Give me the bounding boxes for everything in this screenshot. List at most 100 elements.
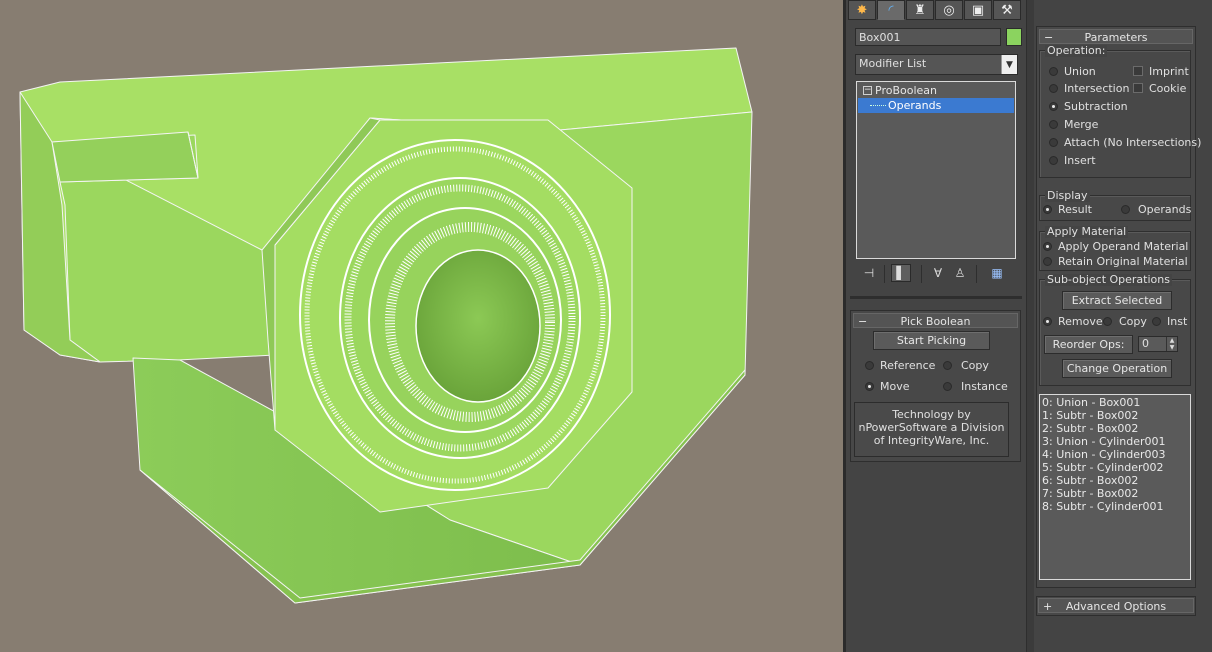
display-result-radio[interactable] <box>1043 205 1052 214</box>
remove-label: Remove <box>1058 315 1103 328</box>
list-item[interactable]: 7: Subtr - Box002 <box>1042 487 1188 500</box>
advanced-options-rollout: + Advanced Options <box>1036 596 1196 616</box>
configure-modifier-sets-icon[interactable]: ▦ <box>988 264 1006 282</box>
utilities-tab[interactable]: ⚒ <box>993 0 1021 20</box>
rollout-title: Parameters <box>1084 31 1148 44</box>
list-item[interactable]: 1: Subtr - Box002 <box>1042 409 1188 422</box>
credits-line: of IntegrityWare, Inc. <box>873 434 990 447</box>
merge-radio[interactable] <box>1049 120 1058 129</box>
advanced-options-header[interactable]: + Advanced Options <box>1038 598 1194 613</box>
operation-label: Operation: <box>1045 44 1108 57</box>
stack-item-operands[interactable]: Operands <box>858 98 1014 113</box>
reference-label: Reference <box>880 359 936 372</box>
collapse-icon[interactable]: − <box>863 86 872 95</box>
panel-divider <box>850 296 1022 299</box>
motion-tab[interactable]: ◎ <box>935 0 963 20</box>
remove-radio[interactable] <box>1043 317 1052 326</box>
utilities-icon: ⚒ <box>1001 2 1013 18</box>
stack-item-label: Operands <box>888 99 942 112</box>
motion-icon: ◎ <box>943 2 955 18</box>
list-item[interactable]: 8: Subtr - Cylinder001 <box>1042 500 1188 513</box>
reference-radio[interactable] <box>865 361 874 370</box>
rollout-title: Advanced Options <box>1065 600 1167 613</box>
pick-boolean-header[interactable]: − Pick Boolean <box>853 313 1018 328</box>
modify-tab[interactable]: ◜ <box>877 0 905 20</box>
attach-label: Attach (No Intersections) <box>1064 136 1202 149</box>
hierarchy-tab[interactable]: ♜ <box>906 0 934 20</box>
retain-original-material-radio[interactable] <box>1043 257 1052 266</box>
move-label: Move <box>880 380 910 393</box>
hierarchy-icon: ♜ <box>914 2 926 18</box>
change-operation-button[interactable]: Change Operation <box>1062 359 1172 378</box>
list-item[interactable]: 4: Union - Cylinder003 <box>1042 448 1188 461</box>
modifier-list-dropdown[interactable]: Modifier List ▼ <box>855 54 1018 75</box>
proboolean-object <box>19 47 753 604</box>
merge-label: Merge <box>1064 118 1099 131</box>
rollout-title: Pick Boolean <box>900 315 971 328</box>
reorder-ops-value: 0 <box>1142 337 1149 350</box>
subobject-operations-label: Sub-object Operations <box>1045 273 1172 286</box>
stack-item-proboolean[interactable]: − ProBoolean <box>857 83 1015 98</box>
modifier-stack[interactable]: − ProBoolean Operands <box>856 81 1016 259</box>
display-operands-radio[interactable] <box>1121 205 1130 214</box>
list-item[interactable]: 0: Union - Box001 <box>1042 396 1188 409</box>
list-item[interactable]: 3: Union - Cylinder001 <box>1042 435 1188 448</box>
divider <box>884 265 885 283</box>
display-tab[interactable]: ▣ <box>964 0 992 20</box>
inst-radio[interactable] <box>1152 317 1161 326</box>
list-item[interactable]: 6: Subtr - Box002 <box>1042 474 1188 487</box>
union-radio[interactable] <box>1049 67 1058 76</box>
subtraction-radio[interactable] <box>1049 102 1058 111</box>
credits-box: Technology by nPowerSoftware a Division … <box>854 402 1009 457</box>
stack-item-label: ProBoolean <box>875 84 937 97</box>
show-end-result-icon[interactable]: ▌ <box>891 264 911 282</box>
intersection-label: Intersection <box>1064 82 1130 95</box>
intersection-radio[interactable] <box>1049 84 1058 93</box>
viewport-scene[interactable] <box>0 0 845 652</box>
parameters-panel: − Parameters Operation: Union Imprint In… <box>1034 0 1212 652</box>
object-color-swatch[interactable] <box>1006 28 1022 46</box>
parameters-header[interactable]: − Parameters <box>1039 29 1193 44</box>
chevron-down-icon[interactable]: ▼ <box>1001 55 1017 74</box>
bore-hole <box>415 249 541 403</box>
operands-list[interactable]: 0: Union - Box001 1: Subtr - Box002 2: S… <box>1039 394 1191 580</box>
expand-icon[interactable]: + <box>1043 599 1052 614</box>
imprint-checkbox[interactable] <box>1133 66 1143 76</box>
remove-modifier-icon[interactable]: ♙ <box>952 264 968 282</box>
cookie-label: Cookie <box>1149 82 1187 95</box>
copy-label: Copy <box>1119 315 1147 328</box>
list-item[interactable]: 5: Subtr - Cylinder002 <box>1042 461 1188 474</box>
make-unique-icon[interactable]: ∀ <box>930 264 946 282</box>
spinner-arrows-icon[interactable]: ▲ ▼ <box>1166 337 1177 351</box>
apply-operand-material-radio[interactable] <box>1043 242 1052 251</box>
create-tab[interactable]: ✸ <box>848 0 876 20</box>
retain-original-material-label: Retain Original Material <box>1058 255 1188 268</box>
subtraction-label: Subtraction <box>1064 100 1128 113</box>
copy-label: Copy <box>961 359 989 372</box>
copy-radio[interactable] <box>943 361 952 370</box>
modify-icon: ◜ <box>888 2 894 18</box>
instance-radio[interactable] <box>943 382 952 391</box>
extract-selected-button[interactable]: Extract Selected <box>1062 291 1172 310</box>
perspective-viewport[interactable] <box>0 0 845 652</box>
object-name-field[interactable]: Box001 <box>855 28 1001 46</box>
reorder-ops-spinner[interactable]: 0 ▲ ▼ <box>1138 336 1178 352</box>
apply-material-label: Apply Material <box>1045 225 1129 238</box>
modifier-list-label: Modifier List <box>859 57 927 70</box>
attach-radio[interactable] <box>1049 138 1058 147</box>
list-item[interactable]: 2: Subtr - Box002 <box>1042 422 1188 435</box>
divider <box>976 265 977 283</box>
union-label: Union <box>1064 65 1096 78</box>
copy-radio[interactable] <box>1103 317 1112 326</box>
reorder-ops-button[interactable]: Reorder Ops: <box>1044 335 1133 354</box>
start-picking-button[interactable]: Start Picking <box>873 331 990 350</box>
collapse-icon[interactable]: − <box>1044 30 1053 45</box>
divider <box>921 265 922 283</box>
collapse-icon[interactable]: − <box>858 314 867 329</box>
cookie-checkbox[interactable] <box>1133 83 1143 93</box>
insert-radio[interactable] <box>1049 156 1058 165</box>
pin-stack-icon[interactable]: ⊣ <box>860 264 878 282</box>
credits-line: nPowerSoftware a Division <box>858 421 1005 434</box>
move-radio[interactable] <box>865 382 874 391</box>
display-operands-label: Operands <box>1138 203 1192 216</box>
